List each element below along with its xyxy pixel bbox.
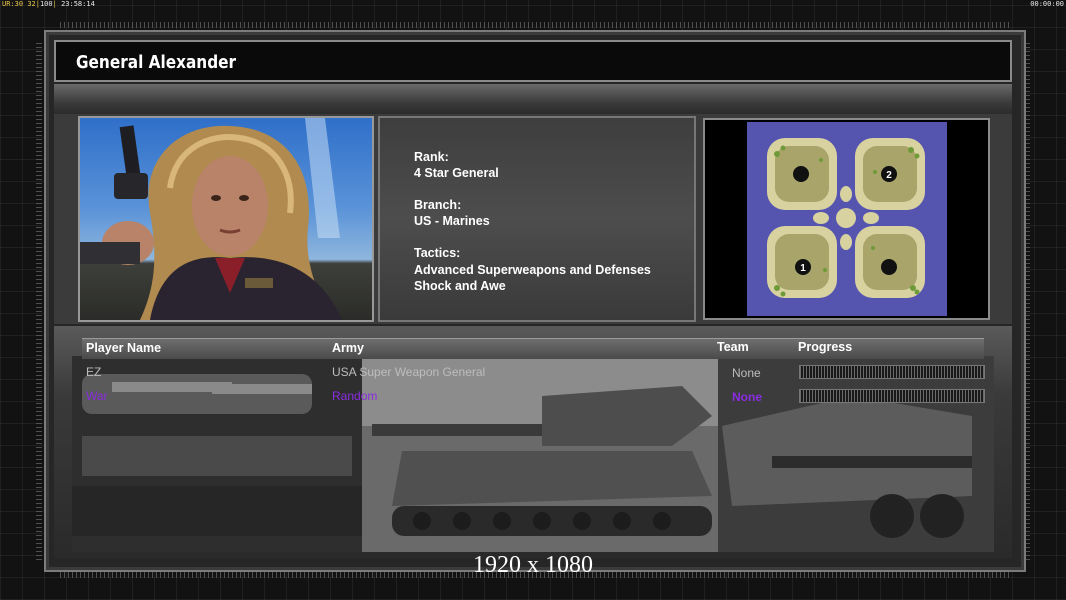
header-player-name: Player Name xyxy=(86,341,162,355)
branch-label: Branch: xyxy=(414,198,462,212)
start-position-empty-1[interactable] xyxy=(793,166,809,182)
general-details: Rank: 4 Star General Branch: US - Marine… xyxy=(378,116,696,322)
start-position-empty-2[interactable] xyxy=(881,259,897,275)
svg-text:2: 2 xyxy=(886,170,892,181)
portrait-illustration xyxy=(80,118,342,320)
tactics-label: Tactics: xyxy=(414,246,461,260)
header-team: Team xyxy=(717,340,749,354)
tactics-line-1: Advanced Superweapons and Defenses xyxy=(414,263,651,277)
rank-value: 4 Star General xyxy=(414,166,499,180)
tactics-line-2: Shock and Awe xyxy=(414,279,506,293)
tank-background xyxy=(72,356,994,552)
left-ruler xyxy=(36,40,42,560)
svg-text:1: 1 xyxy=(800,263,806,274)
row2-army[interactable]: Random xyxy=(332,389,377,403)
row1-army[interactable]: USA Super Weapon General xyxy=(332,365,485,379)
resolution-label: 1920 x 1080 xyxy=(473,552,593,578)
row1-team[interactable]: None xyxy=(732,366,761,380)
header-progress: Progress xyxy=(798,340,853,354)
status-stats: UR:30 32|100| 23:58:14 xyxy=(2,0,95,8)
start-position-1[interactable]: 1 xyxy=(795,259,811,275)
row2-progress-bar xyxy=(799,389,985,403)
minimap[interactable]: 2 1 xyxy=(703,118,990,320)
general-portrait xyxy=(78,116,374,322)
start-position-2[interactable]: 2 xyxy=(881,166,897,182)
tank-illustration xyxy=(72,356,994,552)
rank-label: Rank: xyxy=(414,150,449,164)
top-ruler xyxy=(60,22,1010,28)
row2-player-name[interactable]: War xyxy=(86,389,108,403)
branch-value: US - Marines xyxy=(414,214,490,228)
status-timer: 00:00:00 xyxy=(1030,0,1064,8)
status-bar: UR:30 32|100| 23:58:14 00:00:00 xyxy=(0,0,1066,10)
decorative-band xyxy=(54,84,1012,114)
title-bar: General Alexander xyxy=(54,40,1012,82)
row1-progress-bar xyxy=(799,365,985,379)
minimap-image: 2 1 xyxy=(747,122,947,316)
row2-team[interactable]: None xyxy=(732,390,762,404)
row1-player-name[interactable]: EZ xyxy=(86,365,101,379)
general-name: General Alexander xyxy=(76,52,237,73)
header-army: Army xyxy=(332,341,364,355)
